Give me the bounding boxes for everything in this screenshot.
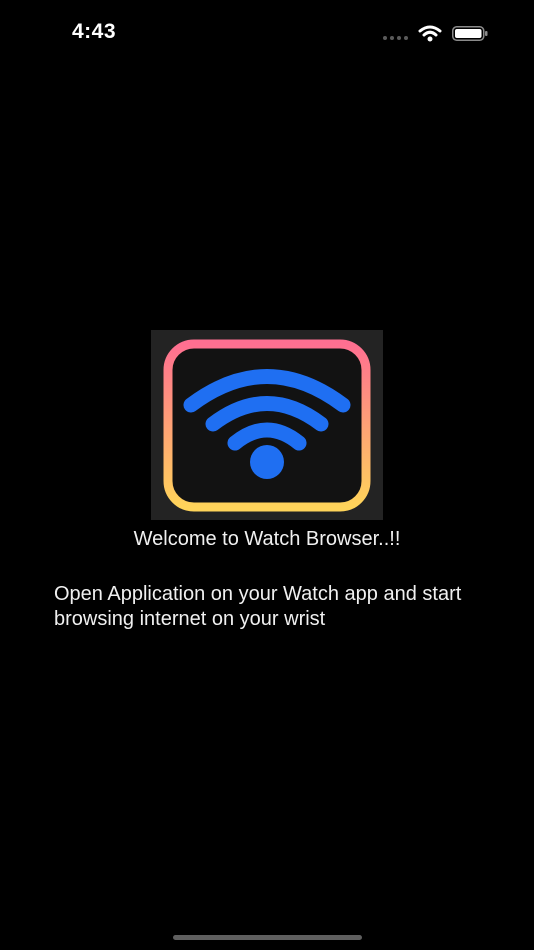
status-time: 4:43: [72, 20, 117, 43]
welcome-title: Welcome to Watch Browser..!!: [133, 528, 401, 550]
cellular-signal-icon: [383, 36, 408, 40]
instructions-text: Open Application on your Watch app and s…: [54, 583, 462, 630]
wifi-logo-icon: [163, 339, 371, 512]
status-bar: 4:43: [0, 0, 534, 66]
battery-icon: [452, 26, 488, 41]
home-indicator[interactable]: [173, 935, 362, 940]
app-logo: [151, 330, 383, 520]
wifi-icon: [418, 25, 442, 42]
